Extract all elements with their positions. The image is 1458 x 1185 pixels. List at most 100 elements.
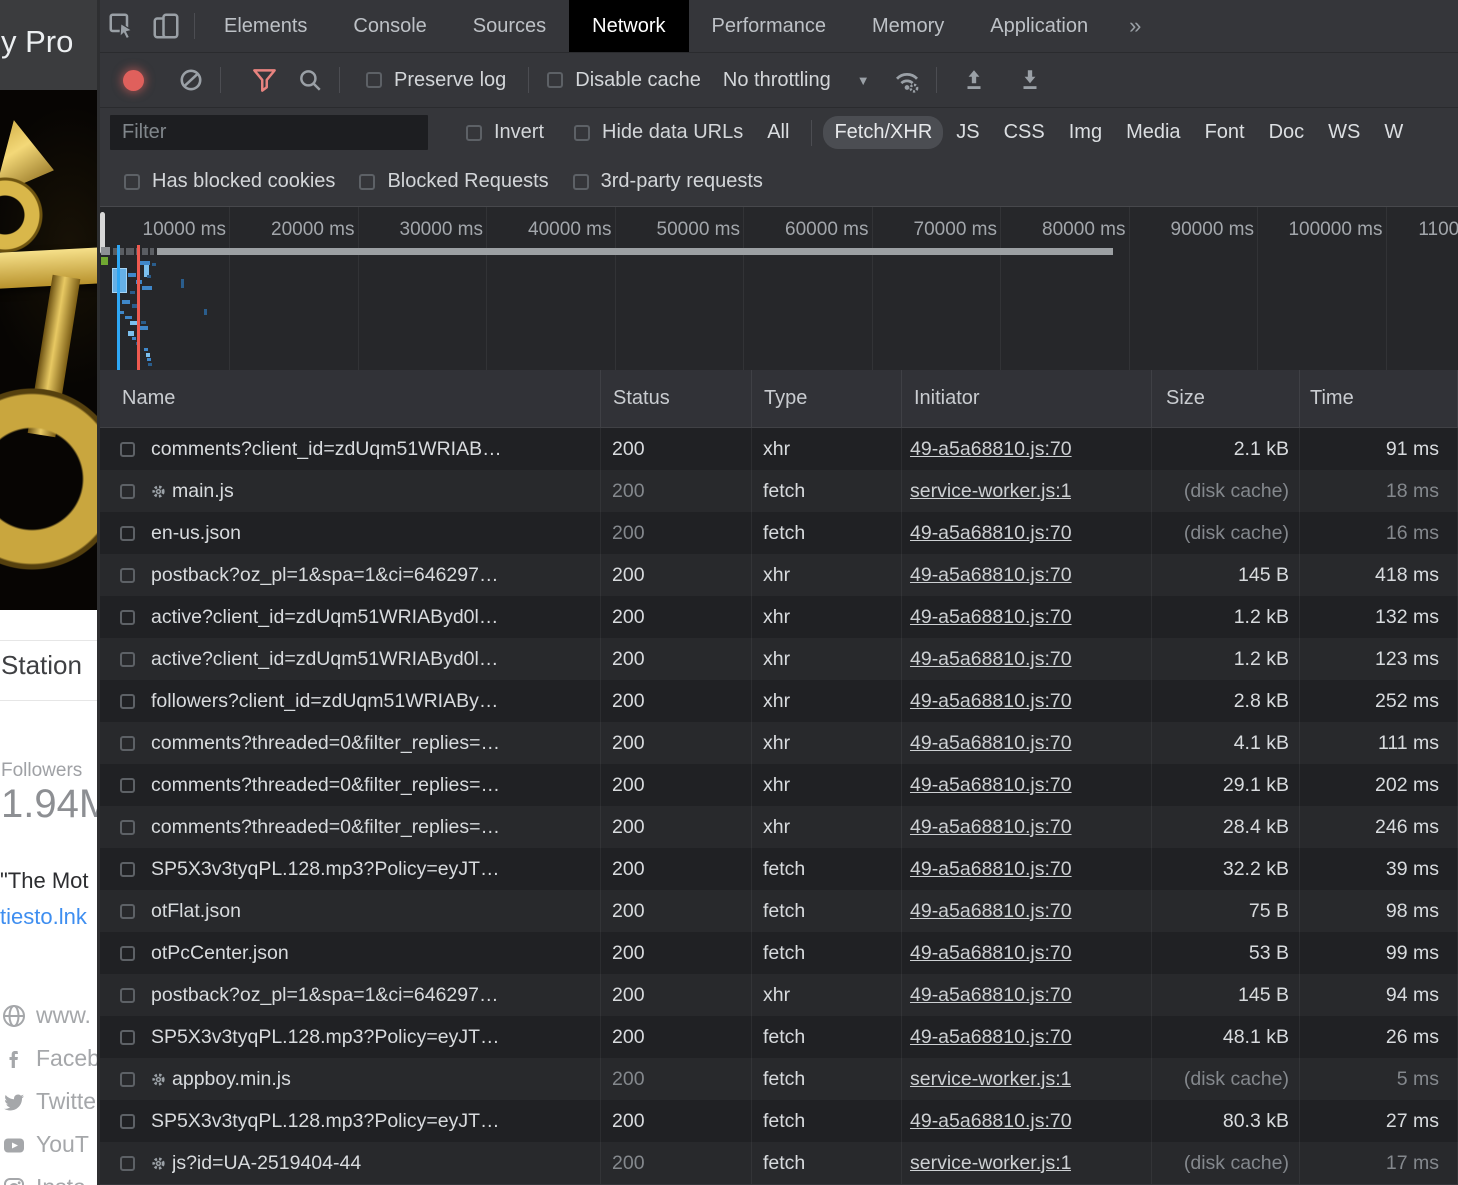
checkbox[interactable] — [547, 72, 563, 88]
initiator-link[interactable]: 49-a5a68810.js:70 — [910, 606, 1072, 629]
table-row[interactable]: active?client_id=zdUqm51WRIAByd0l… 200 x… — [100, 596, 1458, 638]
initiator-link[interactable]: 49-a5a68810.js:70 — [910, 732, 1072, 755]
initiator-link[interactable]: 49-a5a68810.js:70 — [910, 1110, 1072, 1133]
initiator-link[interactable]: 49-a5a68810.js:70 — [910, 438, 1072, 461]
initiator-link[interactable]: service-worker.js:1 — [910, 480, 1071, 503]
checkbox[interactable] — [124, 174, 140, 190]
table-row[interactable]: comments?threaded=0&filter_replies=… 200… — [100, 764, 1458, 806]
checkbox[interactable] — [359, 174, 375, 190]
filter-type-media[interactable]: Media — [1115, 116, 1191, 149]
checkbox[interactable] — [466, 125, 482, 141]
column-header-status[interactable]: Status — [601, 370, 752, 427]
table-row[interactable]: SP5X3v3tyqPL.128.mp3?Policy=eyJT… 200 fe… — [100, 1100, 1458, 1142]
device-toolbar-icon[interactable] — [144, 0, 188, 52]
request-name[interactable]: otPcCenter.json — [151, 942, 600, 965]
request-name[interactable]: postback?oz_pl=1&spa=1&ci=646297… — [151, 564, 600, 587]
column-header-initiator[interactable]: Initiator — [902, 370, 1152, 427]
social-link-youtube[interactable]: YouT — [2, 1123, 100, 1166]
filter-type-font[interactable]: Font — [1194, 116, 1256, 149]
column-header-time[interactable]: Time — [1300, 370, 1458, 427]
row-checkbox[interactable] — [120, 610, 135, 625]
filter-input[interactable] — [110, 115, 428, 150]
initiator-link[interactable]: 49-a5a68810.js:70 — [910, 690, 1072, 713]
row-checkbox[interactable] — [120, 778, 135, 793]
social-link-facebook[interactable]: Faceb — [2, 1037, 100, 1080]
preserve-log-checkbox[interactable]: Preserve log — [366, 69, 506, 92]
social-link-twitter[interactable]: Twitte — [2, 1080, 100, 1123]
row-checkbox[interactable] — [120, 526, 135, 541]
initiator-link[interactable]: 49-a5a68810.js:70 — [910, 942, 1072, 965]
request-name[interactable]: postback?oz_pl=1&spa=1&ci=646297… — [151, 984, 600, 1007]
initiator-link[interactable]: 49-a5a68810.js:70 — [910, 900, 1072, 923]
tab-performance[interactable]: Performance — [689, 0, 850, 52]
initiator-link[interactable]: 49-a5a68810.js:70 — [910, 522, 1072, 545]
row-checkbox[interactable] — [120, 862, 135, 877]
filter-toggle-icon[interactable] — [241, 53, 287, 107]
tab-application[interactable]: Application — [967, 0, 1111, 52]
blocked-requests-checkbox[interactable]: Blocked Requests — [359, 170, 548, 193]
disable-cache-checkbox[interactable]: Disable cache — [547, 69, 701, 92]
initiator-link[interactable]: 49-a5a68810.js:70 — [910, 1026, 1072, 1049]
row-checkbox[interactable] — [120, 1156, 135, 1171]
row-checkbox[interactable] — [120, 988, 135, 1003]
tab-elements[interactable]: Elements — [201, 0, 330, 52]
row-checkbox[interactable] — [120, 694, 135, 709]
filter-type-fetchxhr[interactable]: Fetch/XHR — [823, 116, 943, 149]
row-checkbox[interactable] — [120, 904, 135, 919]
table-row[interactable]: active?client_id=zdUqm51WRIAByd0l… 200 x… — [100, 638, 1458, 680]
filter-type-all[interactable]: All — [756, 116, 800, 149]
filter-type-css[interactable]: CSS — [993, 116, 1056, 149]
filter-type-doc[interactable]: Doc — [1258, 116, 1316, 149]
initiator-link[interactable]: 49-a5a68810.js:70 — [910, 564, 1072, 587]
station-link[interactable]: Station — [1, 650, 82, 681]
network-conditions-icon[interactable] — [884, 53, 930, 107]
inspect-element-icon[interactable] — [100, 0, 144, 52]
table-row[interactable]: comments?threaded=0&filter_replies=… 200… — [100, 722, 1458, 764]
record-button[interactable] — [110, 53, 156, 107]
throttling-select[interactable]: No throttling ▼ — [723, 69, 870, 92]
table-row[interactable]: main.js 200 fetch service-worker.js:1 (d… — [100, 470, 1458, 512]
request-name[interactable]: js?id=UA-2519404-44 — [172, 1152, 600, 1175]
table-row[interactable]: js?id=UA-2519404-44 200 fetch service-wo… — [100, 1142, 1458, 1184]
row-checkbox[interactable] — [120, 820, 135, 835]
tab-network[interactable]: Network — [569, 0, 688, 52]
row-checkbox[interactable] — [120, 652, 135, 667]
column-header-type[interactable]: Type — [752, 370, 902, 427]
table-row[interactable]: postback?oz_pl=1&spa=1&ci=646297… 200 xh… — [100, 974, 1458, 1016]
row-checkbox[interactable] — [120, 1072, 135, 1087]
request-name[interactable]: comments?client_id=zdUqm51WRIAB… — [151, 438, 600, 461]
column-header-size[interactable]: Size — [1152, 370, 1300, 427]
export-har-icon[interactable] — [1007, 53, 1053, 107]
filter-type-w[interactable]: W — [1373, 116, 1414, 149]
bio-link[interactable]: tiesto.lnk — [0, 904, 87, 930]
timeline-overview[interactable]: 10000 ms20000 ms30000 ms40000 ms50000 ms… — [100, 206, 1458, 370]
request-name[interactable]: SP5X3v3tyqPL.128.mp3?Policy=eyJT… — [151, 1110, 600, 1133]
social-link-website[interactable]: www. — [2, 994, 100, 1037]
request-name[interactable]: otFlat.json — [151, 900, 600, 923]
request-name[interactable]: active?client_id=zdUqm51WRIAByd0l… — [151, 606, 600, 629]
invert-checkbox[interactable]: Invert — [466, 121, 544, 144]
table-row[interactable]: otPcCenter.json 200 fetch 49-a5a68810.js… — [100, 932, 1458, 974]
clear-icon[interactable] — [168, 53, 214, 107]
row-checkbox[interactable] — [120, 484, 135, 499]
has-blocked-cookies-checkbox[interactable]: Has blocked cookies — [124, 170, 335, 193]
checkbox[interactable] — [573, 174, 589, 190]
request-name[interactable]: en-us.json — [151, 522, 600, 545]
request-name[interactable]: comments?threaded=0&filter_replies=… — [151, 774, 600, 797]
filter-type-ws[interactable]: WS — [1317, 116, 1371, 149]
initiator-link[interactable]: 49-a5a68810.js:70 — [910, 648, 1072, 671]
table-row[interactable]: otFlat.json 200 fetch 49-a5a68810.js:70 … — [100, 890, 1458, 932]
column-header-name[interactable]: Name — [100, 370, 601, 427]
request-name[interactable]: comments?threaded=0&filter_replies=… — [151, 732, 600, 755]
initiator-link[interactable]: service-worker.js:1 — [910, 1152, 1071, 1175]
row-checkbox[interactable] — [120, 946, 135, 961]
request-name[interactable]: comments?threaded=0&filter_replies=… — [151, 816, 600, 839]
table-row[interactable]: SP5X3v3tyqPL.128.mp3?Policy=eyJT… 200 fe… — [100, 1016, 1458, 1058]
row-checkbox[interactable] — [120, 736, 135, 751]
tab-memory[interactable]: Memory — [849, 0, 967, 52]
social-link-instagram[interactable]: Insta — [2, 1166, 100, 1185]
hide-data-urls-checkbox[interactable]: Hide data URLs — [574, 121, 743, 144]
request-name[interactable]: active?client_id=zdUqm51WRIAByd0l… — [151, 648, 600, 671]
table-row[interactable]: en-us.json 200 fetch 49-a5a68810.js:70 (… — [100, 512, 1458, 554]
row-checkbox[interactable] — [120, 568, 135, 583]
